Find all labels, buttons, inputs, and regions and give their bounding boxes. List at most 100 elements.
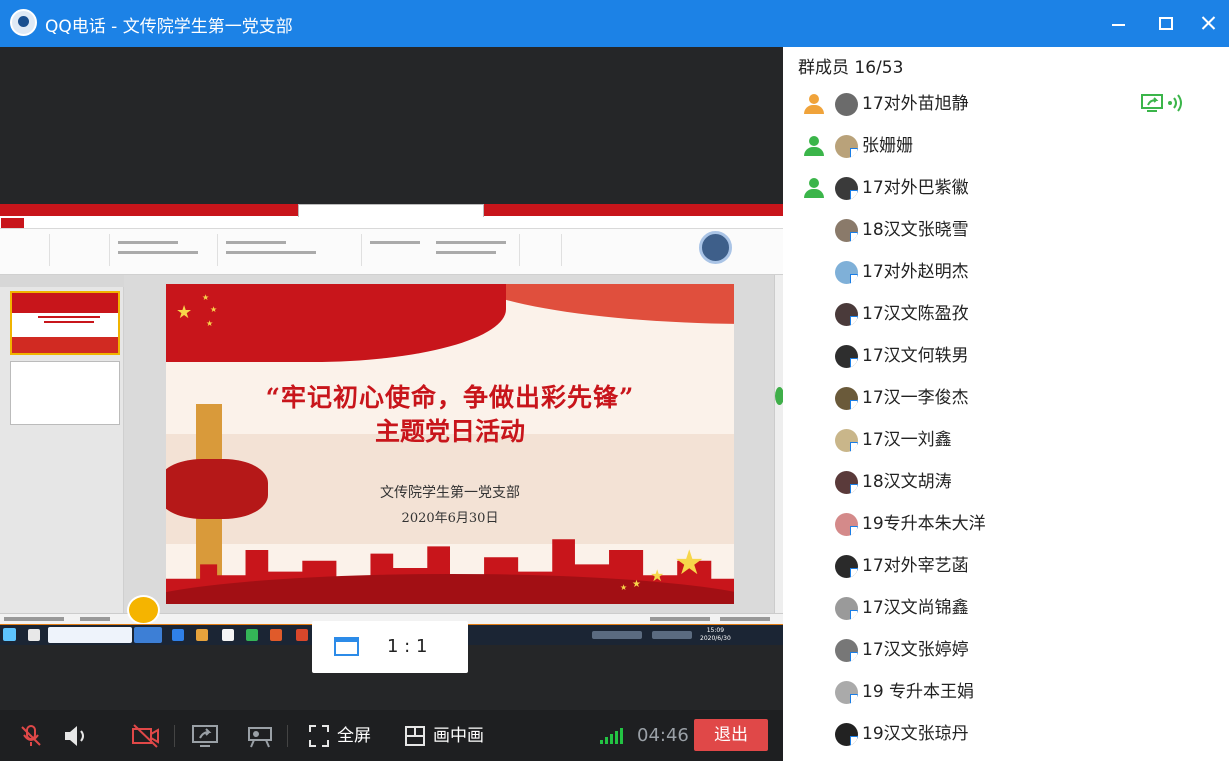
mobile-device-icon (850, 316, 858, 326)
mobile-device-icon (850, 568, 858, 578)
ribbon-group-font (112, 234, 218, 266)
pip-icon (405, 726, 425, 746)
member-name: 19专升本朱大洋 (862, 514, 986, 534)
call-control-bar: 全屏 画中画 04:46 退出 (0, 710, 783, 761)
close-button[interactable] (1196, 10, 1222, 36)
member-name: 18汉文胡涛 (862, 472, 952, 492)
title-bar: QQ电话 - 文传院学生第一党支部 (0, 0, 1229, 47)
member-name: 17汉文尚锦鑫 (862, 598, 969, 618)
presenter-badge-icon (699, 231, 732, 264)
member-row[interactable]: 18汉文张晓雪 (783, 211, 1229, 251)
member-name: 17对外宰艺菡 (862, 556, 969, 576)
minimize-button[interactable] (1106, 10, 1132, 36)
member-name: 张姗姗 (862, 136, 913, 156)
mic-muted-button[interactable] (18, 723, 44, 749)
signal-strength-icon (600, 728, 630, 744)
member-row[interactable]: 19 专升本王娟 (783, 673, 1229, 713)
shared-screen-view: ★ ★ ★ ★ “牢记初心使命，争做出彩先锋” 主题党日活动 文传院学生第一党支… (0, 47, 783, 710)
ribbon-group-paragraph (220, 234, 362, 266)
ribbon-group-editing (522, 234, 562, 266)
screen-share-icon (192, 725, 218, 747)
avatar (835, 345, 858, 368)
screen-sharing-icon (1141, 93, 1163, 113)
fullscreen-button[interactable]: 全屏 (308, 723, 378, 749)
call-timer: 04:46 (637, 725, 689, 746)
exit-button[interactable]: 退出 (694, 719, 768, 751)
window-ratio-icon (334, 637, 359, 656)
member-row[interactable]: 张姗姗 (783, 127, 1229, 167)
member-count-header: 群成员 16/53 (798, 58, 904, 78)
member-row[interactable]: 17汉文张婷婷 (783, 631, 1229, 671)
slide-org: 文传院学生第一党支部 (380, 485, 520, 501)
ppt-ribbon-tabs (0, 217, 783, 229)
mobile-device-icon (850, 442, 858, 452)
member-row[interactable]: 19汉文张琼丹 (783, 715, 1229, 755)
mobile-device-icon (850, 232, 858, 242)
mobile-device-icon (850, 694, 858, 704)
avatar (835, 471, 858, 494)
member-row[interactable]: 17对外苗旭静 (783, 85, 1229, 125)
slide-title-line1: “牢记初心使命，争做出彩先锋” (265, 383, 635, 412)
member-row[interactable]: 18汉文胡涛 (783, 463, 1229, 503)
camera-off-icon (132, 724, 159, 748)
mobile-device-icon (850, 358, 858, 368)
member-row[interactable]: 17对外赵明杰 (783, 253, 1229, 293)
avatar (835, 261, 858, 284)
ratio-label: 1 : 1 (387, 636, 428, 657)
ribbon-group-slides (52, 234, 110, 266)
start-icon (3, 628, 16, 641)
camera-off-button[interactable] (131, 723, 161, 749)
ribbon-group-drawing (364, 234, 520, 266)
avatar (835, 219, 858, 242)
slide-thumbnail-1 (10, 291, 120, 355)
speaker-icon (65, 726, 84, 746)
ppt-file-tab (1, 218, 24, 228)
person-orange-icon (803, 93, 825, 115)
star-icon: ★ (176, 302, 193, 323)
ppt-slide-thumbnails (0, 275, 124, 620)
member-row[interactable]: 17汉一刘鑫 (783, 421, 1229, 461)
member-name: 17汉文张婷婷 (862, 640, 969, 660)
screen-share-button[interactable] (191, 723, 219, 749)
maximize-button[interactable] (1152, 10, 1178, 36)
picture-in-picture-button[interactable]: 画中画 (404, 723, 494, 749)
taskbar-clock-time: 15:09 (706, 627, 725, 634)
slide: ★ ★ ★ ★ “牢记初心使命，争做出彩先锋” 主题党日活动 文传院学生第一党支… (166, 284, 734, 604)
taskbar-clock-date: 2020/6/30 (700, 635, 731, 642)
thumbnail-tabs (0, 275, 124, 287)
window-title: QQ电话 - 文传院学生第一党支部 (45, 17, 293, 37)
ppt-ribbon (0, 229, 783, 275)
mobile-device-icon (850, 652, 858, 662)
shared-screen-image[interactable]: ★ ★ ★ ★ “牢记初心使命，争做出彩先锋” 主题党日活动 文传院学生第一党支… (0, 204, 783, 645)
avatar (835, 135, 858, 158)
member-row[interactable]: 17汉文何轶男 (783, 337, 1229, 377)
member-row[interactable]: 17汉文陈盈孜 (783, 295, 1229, 335)
avatar (835, 639, 858, 662)
member-name: 18汉文张晓雪 (862, 220, 969, 240)
pip-label: 画中画 (433, 726, 484, 746)
slide-thumbnail-2 (10, 361, 120, 425)
member-row[interactable]: 19专升本朱大洋 (783, 505, 1229, 545)
red-flag-shape (166, 284, 506, 362)
member-name: 17对外苗旭静 (862, 94, 969, 114)
mobile-device-icon (850, 400, 858, 410)
avatar (835, 723, 858, 746)
avatar (835, 93, 858, 116)
person-green-icon (803, 177, 825, 199)
member-name: 17汉文何轶男 (862, 346, 969, 366)
member-row[interactable]: 17对外巴紫徽 (783, 169, 1229, 209)
member-row[interactable]: 17汉文尚锦鑫 (783, 589, 1229, 629)
member-row[interactable]: 17对外宰艺菡 (783, 547, 1229, 587)
slide-title-line2: 主题党日活动 (374, 417, 525, 446)
qq-logo-icon (10, 9, 37, 36)
member-row[interactable]: 17汉一李俊杰 (783, 379, 1229, 419)
mobile-device-icon (850, 148, 858, 158)
mobile-device-icon (850, 526, 858, 536)
avatar (835, 303, 858, 326)
member-name: 17对外巴紫徽 (862, 178, 969, 198)
ratio-toggle-button[interactable]: 1 : 1 (312, 621, 468, 673)
projector-button[interactable] (246, 723, 274, 749)
mobile-device-icon (850, 190, 858, 200)
fullscreen-label: 全屏 (337, 726, 371, 746)
speaker-button[interactable] (62, 723, 90, 749)
